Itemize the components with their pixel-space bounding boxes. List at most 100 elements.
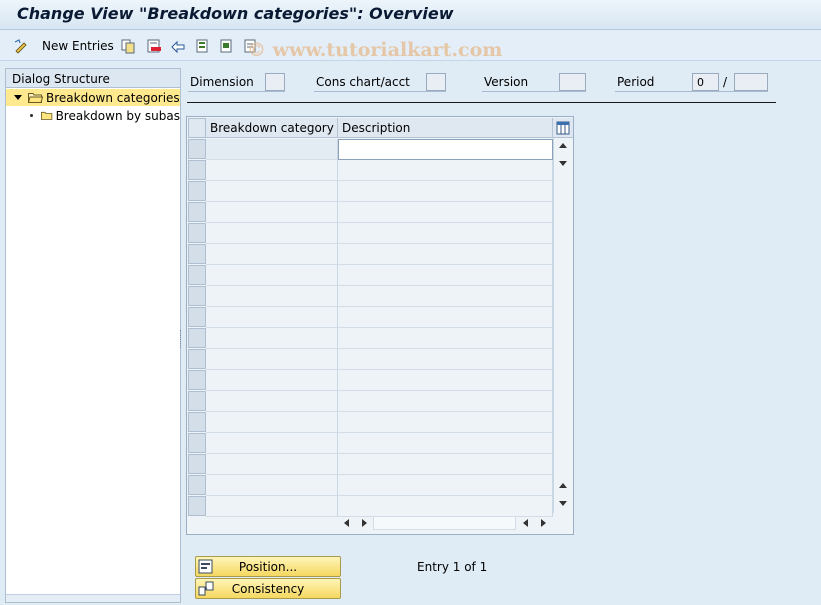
breakdown-category-cell: [206, 286, 338, 307]
description-cell: [338, 475, 553, 496]
breakdown-category-cell: [206, 307, 338, 328]
consistency-button[interactable]: Consistency: [195, 578, 341, 599]
column-header-breakdown-category[interactable]: Breakdown category: [206, 118, 338, 138]
description-cell: [338, 454, 553, 475]
breakdown-category-cell: [206, 391, 338, 412]
copy-icon[interactable]: [119, 37, 136, 54]
breakdown-category-cell: [206, 454, 338, 475]
period-field[interactable]: 0: [692, 73, 719, 91]
row-selector[interactable]: [188, 286, 206, 306]
display-change-icon[interactable]: [12, 37, 29, 54]
description-cell: [338, 265, 553, 286]
breakdown-category-cell: [206, 181, 338, 202]
row-selector[interactable]: [188, 139, 206, 159]
select-all-rows-button[interactable]: [188, 118, 206, 138]
year-field[interactable]: [734, 73, 768, 91]
scroll-right-icon[interactable]: [541, 519, 546, 527]
scroll-up-icon[interactable]: [559, 143, 567, 148]
row-selector[interactable]: [188, 307, 206, 327]
breakdown-category-cell: [206, 160, 338, 181]
position-button[interactable]: Position...: [195, 556, 341, 577]
description-cell: [338, 391, 553, 412]
scroll-left-icon[interactable]: [523, 519, 528, 527]
cons-chart-field[interactable]: [426, 73, 446, 91]
consistency-icon: [198, 581, 214, 596]
row-selector[interactable]: [188, 160, 206, 180]
dialog-structure-header: Dialog Structure: [6, 69, 180, 88]
horizontal-scrollbar-track[interactable]: [373, 516, 516, 530]
position-icon: [198, 559, 213, 574]
breakdown-category-cell: [206, 328, 338, 349]
breakdown-category-cell: [206, 223, 338, 244]
description-cell: [338, 307, 553, 328]
scroll-left-icon[interactable]: [344, 519, 349, 527]
row-selector[interactable]: [188, 202, 206, 222]
scroll-right-icon[interactable]: [362, 519, 367, 527]
row-selector[interactable]: [188, 475, 206, 495]
description-cell[interactable]: [338, 139, 553, 160]
entry-counter: Entry 1 of 1: [417, 560, 488, 574]
dimension-label: Dimension: [190, 75, 254, 89]
consistency-button-label: Consistency: [231, 581, 305, 596]
description-cell: [338, 181, 553, 202]
folder-icon: [40, 111, 52, 120]
breakdown-category-cell: [206, 370, 338, 391]
breakdown-category-cell: [206, 433, 338, 454]
breakdown-category-cell: [206, 202, 338, 223]
position-button-label: Position...: [238, 559, 298, 574]
row-selector[interactable]: [188, 454, 206, 474]
row-selector[interactable]: [188, 391, 206, 411]
description-cell: [338, 160, 553, 181]
description-cell: [338, 286, 553, 307]
description-cell: [338, 412, 553, 433]
column-header-description[interactable]: Description: [338, 118, 553, 138]
title-bar: Change View "Breakdown categories": Over…: [0, 0, 821, 30]
row-selector[interactable]: [188, 244, 206, 264]
breakdown-category-cell: [206, 412, 338, 433]
description-cell: [338, 244, 553, 265]
row-selector[interactable]: [188, 223, 206, 243]
delete-icon[interactable]: [145, 37, 162, 54]
row-selector[interactable]: [188, 433, 206, 453]
vertical-scrollbar[interactable]: [553, 138, 573, 513]
expand-triangle-icon[interactable]: [14, 95, 22, 100]
period-label: Period: [617, 75, 655, 89]
version-field[interactable]: [559, 73, 586, 91]
row-selector[interactable]: [188, 328, 206, 348]
tree-item-breakdown-by-subassignment[interactable]: Breakdown by subas: [6, 107, 180, 124]
scroll-down-icon[interactable]: [559, 161, 567, 166]
dimension-field[interactable]: [265, 73, 285, 91]
breakdown-category-cell: [206, 475, 338, 496]
select-block-icon[interactable]: [217, 37, 234, 54]
description-cell: [338, 328, 553, 349]
scroll-up-icon[interactable]: [559, 483, 567, 488]
description-cell: [338, 202, 553, 223]
select-all-icon[interactable]: [193, 37, 210, 54]
horizontal-scrollbar[interactable]: [6, 594, 180, 602]
breakdown-table: Breakdown category Description: [186, 116, 574, 535]
panel-splitter[interactable]: [180, 330, 183, 348]
scroll-down-icon[interactable]: [559, 501, 567, 506]
cons-chart-label: Cons chart/acct: [316, 75, 410, 89]
table-settings-icon[interactable]: [553, 118, 573, 138]
description-cell: [338, 349, 553, 370]
dialog-structure-panel: Dialog Structure Breakdown categories Br…: [5, 68, 181, 603]
watermark: © www.tutorialkart.com: [247, 39, 503, 61]
breakdown-category-cell: [206, 244, 338, 265]
description-cell: [338, 496, 553, 517]
row-selector[interactable]: [188, 265, 206, 285]
row-selector[interactable]: [188, 181, 206, 201]
tree-item-breakdown-categories[interactable]: Breakdown categories: [6, 89, 180, 106]
breakdown-category-cell: [206, 496, 338, 517]
new-entries-button[interactable]: New Entries: [42, 39, 114, 53]
row-selector[interactable]: [188, 412, 206, 432]
description-cell: [338, 433, 553, 454]
separator-line: [187, 102, 776, 103]
breakdown-category-cell[interactable]: [206, 139, 338, 160]
undo-icon[interactable]: [169, 37, 186, 54]
row-selector[interactable]: [188, 496, 206, 516]
tree-item-label: Breakdown by subas: [55, 108, 180, 123]
bullet-icon: [30, 114, 33, 117]
row-selector[interactable]: [188, 370, 206, 390]
row-selector[interactable]: [188, 349, 206, 369]
